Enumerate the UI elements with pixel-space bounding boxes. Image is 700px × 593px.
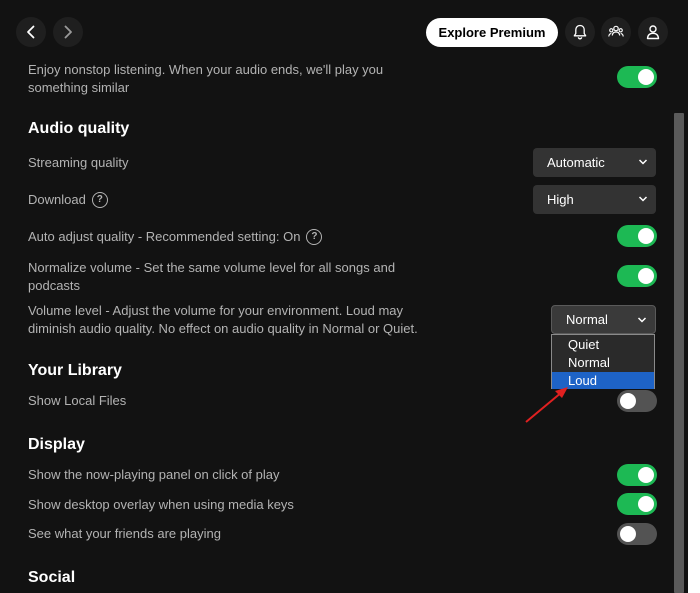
now-playing-panel-label: Show the now-playing panel on click of p… <box>28 467 280 482</box>
your-library-heading: Your Library <box>28 362 122 379</box>
back-button[interactable] <box>16 17 46 47</box>
toggle-knob <box>638 228 654 244</box>
show-local-files-label: Show Local Files <box>28 393 127 408</box>
help-icon[interactable]: ? <box>91 191 108 208</box>
toggle-knob <box>638 268 654 284</box>
normalize-volume-toggle[interactable] <box>617 265 657 287</box>
now-playing-panel-toggle[interactable] <box>617 464 657 486</box>
desktop-overlay-label: Show desktop overlay when using media ke… <box>28 497 294 512</box>
friends-icon <box>608 25 624 37</box>
show-local-files-toggle[interactable] <box>617 390 657 412</box>
chevron-down-icon <box>638 159 648 165</box>
forward-icon <box>64 25 72 39</box>
autoplay-description: Enjoy nonstop listening. When your audio… <box>28 61 383 97</box>
volume-level-line1: Volume level - Adjust the volume for you… <box>28 303 404 318</box>
auto-adjust-toggle[interactable] <box>617 225 657 247</box>
autoplay-toggle[interactable] <box>617 66 657 88</box>
volume-option-quiet[interactable]: Quiet <box>552 336 654 353</box>
toggle-knob <box>638 467 654 483</box>
display-heading: Display <box>28 436 85 453</box>
volume-level-value: Normal <box>566 312 608 327</box>
toggle-knob <box>638 496 654 512</box>
autoplay-description-line2: something similar <box>28 80 130 95</box>
help-icon[interactable]: ? <box>306 228 323 245</box>
normalize-volume-description: Normalize volume - Set the same volume l… <box>28 259 395 295</box>
auto-adjust-label-row: Auto adjust quality - Recommended settin… <box>28 228 323 246</box>
streaming-quality-select[interactable]: Automatic <box>533 148 656 177</box>
download-quality-select[interactable]: High <box>533 185 656 214</box>
scrollbar-thumb[interactable] <box>674 113 684 593</box>
volume-level-description: Volume level - Adjust the volume for you… <box>28 302 418 338</box>
volume-option-normal[interactable]: Normal <box>552 354 654 371</box>
chevron-down-icon <box>637 317 647 323</box>
download-quality-value: High <box>547 192 574 207</box>
notifications-button[interactable] <box>565 17 595 47</box>
desktop-overlay-toggle[interactable] <box>617 493 657 515</box>
top-bar: Explore Premium <box>0 0 700 64</box>
social-heading: Social <box>28 569 76 586</box>
audio-quality-heading: Audio quality <box>28 120 130 137</box>
friends-playing-label: See what your friends are playing <box>28 526 221 541</box>
chevron-down-icon <box>638 196 648 202</box>
bell-icon <box>573 24 587 40</box>
streaming-quality-label: Streaming quality <box>28 155 129 170</box>
back-icon <box>27 25 35 39</box>
toggle-knob <box>638 69 654 85</box>
volume-level-dropdown: Quiet Normal Loud <box>551 334 655 389</box>
user-icon <box>646 25 660 40</box>
user-profile-button[interactable] <box>638 17 668 47</box>
window-edge <box>688 0 700 593</box>
toggle-knob <box>620 526 636 542</box>
annotation-arrow-icon <box>525 387 568 423</box>
download-label: Download <box>28 192 86 207</box>
friends-playing-toggle[interactable] <box>617 523 657 545</box>
settings-page: Explore Premium Enjoy nonstop listening.… <box>0 0 700 593</box>
streaming-quality-value: Automatic <box>547 155 605 170</box>
normalize-volume-line1: Normalize volume - Set the same volume l… <box>28 260 396 275</box>
explore-premium-button[interactable]: Explore Premium <box>426 18 558 47</box>
normalize-volume-line2: podcasts <box>28 278 81 293</box>
friend-activity-button[interactable] <box>601 17 631 47</box>
toggle-knob <box>620 393 636 409</box>
forward-button[interactable] <box>53 17 83 47</box>
auto-adjust-label: Auto adjust quality - Recommended settin… <box>28 229 301 244</box>
volume-level-line2: diminish audio quality. No effect on aud… <box>28 321 418 336</box>
download-label-row: Download? <box>28 191 108 209</box>
volume-level-select[interactable]: Normal <box>551 305 656 334</box>
autoplay-description-line1: Enjoy nonstop listening. When your audio… <box>28 62 384 77</box>
